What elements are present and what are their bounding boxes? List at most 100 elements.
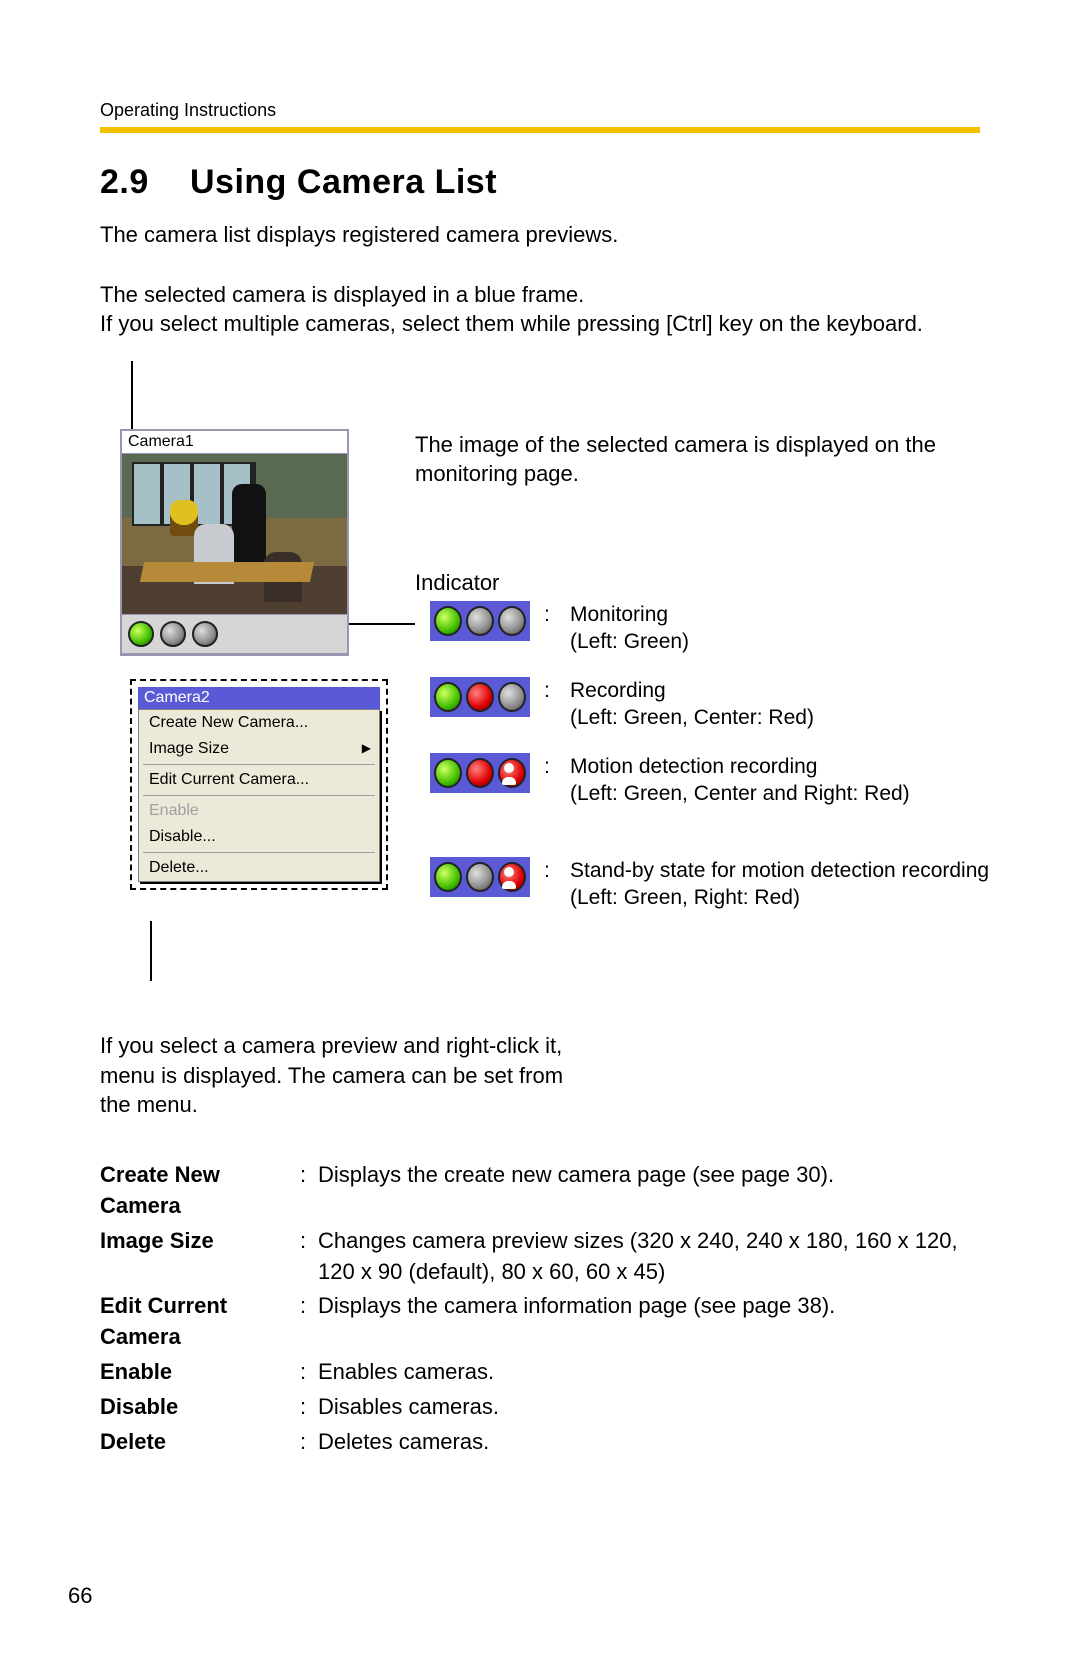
dot-green-icon <box>434 758 462 788</box>
callout-line-bottom <box>150 921 152 981</box>
colon: : <box>544 677 556 704</box>
colon: : <box>300 1427 318 1458</box>
indicator-swatch-motion <box>430 753 530 793</box>
def-desc: Changes camera preview sizes (320 x 240,… <box>318 1226 980 1288</box>
def-term: Edit Current Camera <box>100 1291 300 1353</box>
thumb-person-standing <box>232 484 266 564</box>
para2-line2: If you select multiple cameras, select t… <box>100 311 923 336</box>
colon: : <box>544 601 556 628</box>
colon: : <box>544 857 556 884</box>
indicator-dot-gray <box>160 621 186 647</box>
colon: : <box>300 1291 318 1353</box>
camera1-thumbnail[interactable] <box>122 454 347 615</box>
indicator-row-motion: : Motion detection recording (Left: Gree… <box>430 753 990 808</box>
figure-area: Camera1 Camera2 Create New Camera... <box>100 361 980 1011</box>
def-term: Create New Camera <box>100 1160 300 1222</box>
dot-red-person-icon <box>498 758 526 788</box>
def-row-delete: Delete : Deletes cameras. <box>100 1427 980 1458</box>
indicator-name: Motion detection recording <box>570 755 817 778</box>
dot-gray-icon <box>466 862 494 892</box>
def-desc: Deletes cameras. <box>318 1427 980 1458</box>
indicator-swatch-standby <box>430 857 530 897</box>
menu-edit-current-camera[interactable]: Edit Current Camera... <box>139 767 379 793</box>
header-rule <box>100 127 980 133</box>
indicator-dot-green <box>128 621 154 647</box>
def-row-enable: Enable : Enables cameras. <box>100 1357 980 1388</box>
indicator-row-recording: : Recording (Left: Green, Center: Red) <box>430 677 990 732</box>
def-desc: Disables cameras. <box>318 1392 980 1423</box>
colon: : <box>300 1226 318 1288</box>
indicator-swatch-monitoring <box>430 601 530 641</box>
callout-text-displayed: The image of the selected camera is disp… <box>415 431 965 488</box>
indicator-swatch-recording <box>430 677 530 717</box>
indicator-name: Stand-by state for motion detection reco… <box>570 859 989 882</box>
dot-gray-icon <box>498 682 526 712</box>
menu-delete[interactable]: Delete... <box>139 855 379 881</box>
rc-line3: the menu. <box>100 1092 198 1117</box>
def-term: Disable <box>100 1392 300 1423</box>
def-desc: Displays the create new camera page (see… <box>318 1160 980 1222</box>
running-head: Operating Instructions <box>100 100 980 121</box>
indicator-desc-monitoring: Monitoring (Left: Green) <box>570 601 990 656</box>
menu-separator <box>139 764 379 765</box>
para2-line1: The selected camera is displayed in a bl… <box>100 282 584 307</box>
paragraph-2: The selected camera is displayed in a bl… <box>100 280 980 339</box>
def-row-create: Create New Camera : Displays the create … <box>100 1160 980 1222</box>
camera1-label[interactable]: Camera1 <box>122 431 347 454</box>
intro-paragraph: The camera list displays registered came… <box>100 220 980 250</box>
dot-green-icon <box>434 682 462 712</box>
page-number: 66 <box>68 1583 92 1609</box>
dot-green-icon <box>434 862 462 892</box>
def-term: Image Size <box>100 1226 300 1288</box>
colon: : <box>544 753 556 780</box>
menu-disable[interactable]: Disable... <box>139 824 379 850</box>
menu-separator <box>139 852 379 853</box>
camera2-label[interactable]: Camera2 <box>138 687 380 709</box>
dot-gray-icon <box>498 606 526 636</box>
context-menu: Create New Camera... Image Size ▶ Edit C… <box>138 709 380 882</box>
thumb-table <box>140 562 314 582</box>
rc-line2: menu is displayed. The camera can be set… <box>100 1063 563 1088</box>
def-row-edit: Edit Current Camera : Displays the camer… <box>100 1291 980 1353</box>
dot-red-icon <box>466 758 494 788</box>
indicator-detail: (Left: Green, Center: Red) <box>570 706 814 729</box>
thumb-plant <box>170 500 198 536</box>
indicator-desc-motion: Motion detection recording (Left: Green,… <box>570 753 990 808</box>
section-heading: 2.9Using Camera List <box>100 163 980 202</box>
def-row-image-size: Image Size : Changes camera preview size… <box>100 1226 980 1288</box>
indicator-detail: (Left: Green, Center and Right: Red) <box>570 782 910 805</box>
indicator-detail: (Left: Green, Right: Red) <box>570 886 800 909</box>
menu-image-size[interactable]: Image Size ▶ <box>139 736 379 762</box>
indicator-heading: Indicator <box>415 569 499 598</box>
callout-line-top <box>131 361 133 429</box>
indicator-name: Recording <box>570 679 666 702</box>
dot-gray-icon <box>466 606 494 636</box>
section-title-text: Using Camera List <box>190 163 497 201</box>
def-desc: Enables cameras. <box>318 1357 980 1388</box>
def-row-disable: Disable : Disables cameras. <box>100 1392 980 1423</box>
section-number: 2.9 <box>100 163 190 202</box>
indicator-dot-gray <box>192 621 218 647</box>
rc-line1: If you select a camera preview and right… <box>100 1033 562 1058</box>
rightclick-paragraph: If you select a camera preview and right… <box>100 1031 720 1120</box>
menu-enable[interactable]: Enable <box>139 798 379 824</box>
dot-green-icon <box>434 606 462 636</box>
menu-image-size-label: Image Size <box>149 740 229 757</box>
def-term: Enable <box>100 1357 300 1388</box>
camera-list-panel: Camera1 <box>120 429 349 656</box>
colon: : <box>300 1160 318 1222</box>
indicator-name: Monitoring <box>570 603 668 626</box>
indicator-desc-recording: Recording (Left: Green, Center: Red) <box>570 677 990 732</box>
indicator-desc-standby: Stand-by state for motion detection reco… <box>570 857 990 912</box>
menu-create-new-camera[interactable]: Create New Camera... <box>139 710 379 736</box>
camera1-indicators <box>122 615 347 654</box>
colon: : <box>300 1392 318 1423</box>
indicator-row-standby: : Stand-by state for motion detection re… <box>430 857 990 912</box>
submenu-arrow-icon: ▶ <box>362 741 371 755</box>
indicator-row-monitoring: : Monitoring (Left: Green) <box>430 601 990 656</box>
menu-separator <box>139 795 379 796</box>
manual-page: Operating Instructions 2.9Using Camera L… <box>0 0 1080 1669</box>
def-term: Delete <box>100 1427 300 1458</box>
def-desc: Displays the camera information page (se… <box>318 1291 980 1353</box>
colon: : <box>300 1357 318 1388</box>
